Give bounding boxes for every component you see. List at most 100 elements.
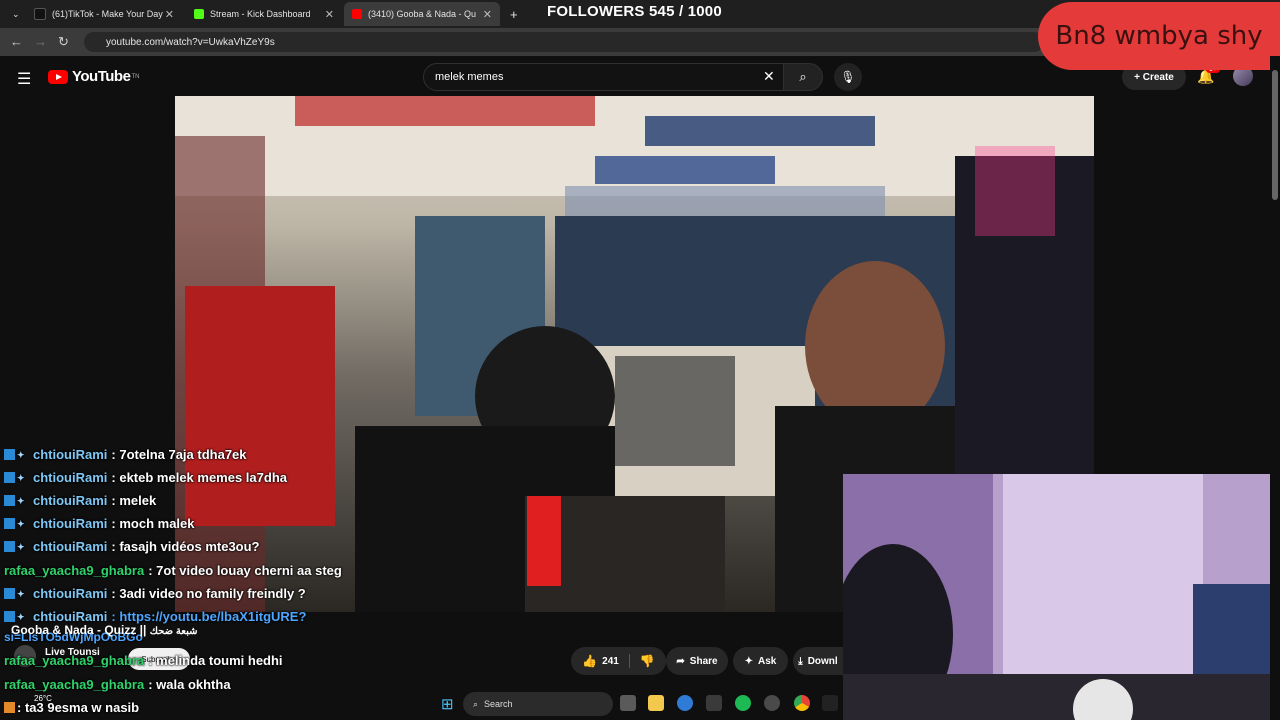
overlay-banner-text: Bn8 wmbya shy [1055, 21, 1263, 51]
chat-message: : melinda toumi hedhi [148, 653, 283, 668]
chat-line: ✦ chtiouiRami: 7otelna 7aja tdha7ek [4, 447, 247, 462]
ask-button[interactable]: ✦ Ask [733, 647, 788, 675]
chat-line: ✦ chtiouiRami: 3adi video no family frein… [4, 586, 306, 601]
chat-user: chtiouiRami [33, 470, 108, 485]
epic-games-icon[interactable] [822, 695, 838, 711]
close-icon[interactable]: ✕ [165, 8, 174, 21]
badge-icon [4, 541, 15, 552]
logo-text: YouTube [72, 68, 131, 85]
chat-message: : 7otelna 7aja tdha7ek [111, 447, 247, 462]
chat-line: rafaa_yaacha9_ghabra: melinda toumi hedh… [4, 653, 283, 668]
like-dislike-group: 👍 241 👎 [571, 647, 666, 675]
back-icon[interactable]: ← [10, 34, 23, 49]
chrome-icon[interactable] [794, 695, 810, 711]
badge-icon [4, 588, 15, 599]
chat-message: : 7ot video louay cherni aa steg [148, 563, 342, 578]
chat-message: : ekteb melek memes la7dha [111, 470, 287, 485]
emote-icon: ✦ [17, 541, 25, 552]
video-title-text: Gooba & Nada - Quizz || [11, 623, 147, 637]
tab-title: (3410) Gooba & Nada - Qu [368, 9, 477, 19]
menu-icon[interactable]: ☰ [17, 69, 31, 89]
emote-icon: ✦ [17, 611, 25, 622]
chat-line: ✦ chtiouiRami: ekteb melek memes la7dha [4, 470, 287, 485]
reload-icon[interactable]: ↻ [58, 34, 69, 50]
windows-start-icon[interactable]: ⊞ [441, 695, 454, 713]
close-icon[interactable]: ✕ [325, 8, 334, 21]
chat-line: rafaa_yaacha9_ghabra: 7ot video louay ch… [4, 563, 342, 578]
chat-line: ✦ chtiouiRami: fasajh vidéos mte3ou? [4, 539, 260, 554]
chat-user: chtiouiRami [33, 493, 108, 508]
webcam-frame [843, 474, 1280, 720]
chat-line: ✦ chtiouiRami: melek [4, 493, 156, 508]
create-label: Create [1142, 71, 1174, 83]
thumbs-up-icon: 👍 [582, 654, 598, 668]
search-icon: ⌕ [799, 69, 807, 84]
store-icon[interactable] [706, 695, 722, 711]
kick-icon [194, 9, 204, 19]
chat-user: rafaa_yaacha9_ghabra [4, 677, 145, 692]
webcam-overlay [843, 474, 1280, 720]
search-button[interactable]: ⌕ [783, 63, 823, 91]
forward-icon[interactable]: → [34, 34, 47, 49]
app-icon[interactable] [764, 695, 780, 711]
search-icon: ⌕ [473, 698, 479, 709]
taskbar-search[interactable]: ⌕ Search [463, 692, 613, 716]
emote-icon: ✦ [17, 472, 25, 483]
like-count: 241 [602, 655, 619, 667]
tab-tiktok[interactable]: (61)TikTok - Make Your Day ✕ [26, 2, 182, 26]
emote-icon: ✦ [17, 449, 25, 460]
emote-icon: ✦ [17, 588, 25, 599]
chat-user: chtiouiRami [33, 609, 108, 624]
badge-icon [4, 518, 15, 529]
badge-icon [4, 472, 15, 483]
search-input[interactable]: melek memes [423, 63, 785, 91]
tab-search-button[interactable]: ⌄ [4, 2, 26, 26]
video-title: Gooba & Nada - Quizz || شبعة ضحك [11, 623, 197, 637]
youtube-play-icon [48, 69, 68, 84]
task-view-icon[interactable] [620, 695, 636, 711]
microphone-button[interactable]: 🎙 [834, 63, 862, 91]
logo-country: TN [131, 73, 140, 80]
chat-message: : wala okhtha [148, 677, 231, 692]
like-button[interactable]: 👍 241 [582, 654, 630, 668]
scrollbar-thumb[interactable] [1272, 70, 1278, 200]
emote-icon: ✦ [17, 495, 25, 506]
chat-user: chtiouiRami [33, 447, 108, 462]
emote-icon: ✦ [17, 518, 25, 529]
url-field[interactable]: youtube.com/watch?v=UwkaVhZeY9s [84, 32, 1044, 52]
close-icon[interactable]: ✕ [483, 8, 492, 21]
chat-user: rafaa_yaacha9_ghabra [4, 563, 145, 578]
new-tab-button[interactable]: + [502, 2, 524, 26]
share-label: Share [689, 655, 718, 667]
tab-youtube[interactable]: (3410) Gooba & Nada - Qu ✕ [344, 2, 500, 26]
thumbs-down-icon: 👎 [639, 654, 655, 668]
chat-user: rafaa_yaacha9_ghabra [4, 653, 145, 668]
dislike-button[interactable]: 👎 [630, 654, 655, 668]
spotify-icon[interactable] [735, 695, 751, 711]
tab-kick[interactable]: Stream - Kick Dashboard ✕ [186, 2, 342, 26]
youtube-logo[interactable]: YouTube TN [48, 68, 139, 85]
microphone-icon: 🎙 [840, 70, 856, 84]
download-button[interactable]: ⤓ Downl [793, 647, 843, 675]
badge-icon [4, 611, 15, 622]
chat-user: chtiouiRami [33, 516, 108, 531]
search-value: melek memes [435, 71, 504, 83]
clear-search-icon[interactable]: ✕ [763, 68, 775, 85]
url-text: youtube.com/watch?v=UwkaVhZeY9s [106, 36, 275, 48]
download-icon: ⤓ [798, 655, 803, 667]
chat-line: rafaa_yaacha9_ghabra: wala okhtha [4, 677, 231, 692]
download-label: Downl [807, 655, 838, 667]
taskbar-search-label: Search [484, 699, 513, 709]
chat-line: ✦ chtiouiRami: moch malek [4, 516, 195, 531]
chat-user: chtiouiRami [33, 539, 108, 554]
overlay-banner: Bn8 wmbya shy [1038, 2, 1280, 70]
chat-line: ✦ chtiouiRami: https://youtu.be/lbaX1itgU… [4, 609, 306, 624]
tiktok-icon [34, 8, 46, 20]
edge-icon[interactable] [677, 695, 693, 711]
sparkle-icon: ✦ [744, 655, 754, 667]
share-button[interactable]: ➦ Share [666, 647, 728, 675]
chat-message: : melek [111, 493, 157, 508]
chat-user: chtiouiRami [33, 586, 108, 601]
file-explorer-icon[interactable] [648, 695, 664, 711]
chat-link[interactable]: : https://youtu.be/lbaX1itgURE? [111, 609, 306, 624]
